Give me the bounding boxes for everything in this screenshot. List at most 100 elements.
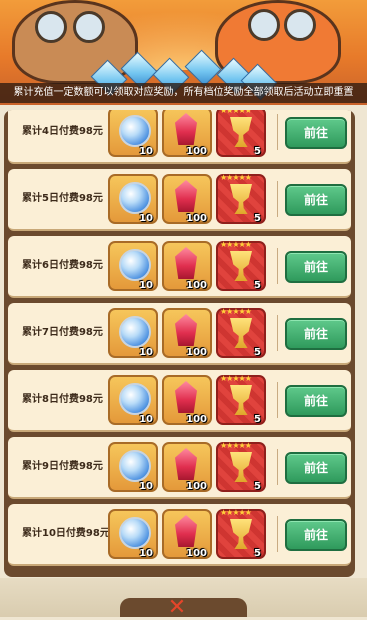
trophy-reward[interactable]: ★★★★★ 5: [216, 374, 266, 425]
divider: [277, 315, 278, 351]
reward-qty: 100: [186, 414, 207, 425]
reward-row: 累计5日付费98元 10 100 ★★★★★ 5 前往: [8, 169, 351, 231]
reward-list-scroll[interactable]: 累计4日付费98元 10 100 ★★★★★ 5 前往 累计5日付费98元 10 …: [8, 110, 351, 573]
row-title: 累计10日付费98元: [22, 528, 110, 539]
goggle-icon: [284, 9, 316, 41]
reward-qty: 5: [254, 213, 261, 224]
reward-row: 累计6日付费98元 10 100 ★★★★★ 5 前往: [8, 236, 351, 298]
reward-qty: 10: [139, 414, 153, 425]
reward-qty: 100: [186, 548, 207, 559]
reward-row: 累计8日付费98元 10 100 ★★★★★ 5 前往: [8, 370, 351, 432]
crystal-orb-reward[interactable]: 10: [108, 509, 158, 559]
reward-qty: 100: [186, 213, 207, 224]
ruby-gem-icon: [175, 515, 197, 547]
star-rating: ★★★★★: [220, 307, 252, 316]
go-button[interactable]: 前往: [285, 385, 347, 417]
trophy-reward[interactable]: ★★★★★ 5: [216, 173, 266, 224]
reward-qty: 10: [139, 347, 153, 358]
trophy-reward[interactable]: ★★★★★ 5: [216, 110, 266, 157]
divider: [277, 181, 278, 217]
ruby-reward[interactable]: 100: [162, 442, 212, 492]
row-title: 累计4日付费98元: [22, 126, 103, 137]
crystal-orb-icon: [119, 383, 151, 415]
reward-qty: 5: [254, 414, 261, 425]
event-notice: 累计充值一定数额可以领取对应奖励，所有档位奖励全部领取后活动立即重置: [0, 83, 367, 103]
crystal-orb-reward[interactable]: 10: [108, 241, 158, 291]
goggle-icon: [35, 11, 67, 43]
reward-row: 累计10日付费98元 10 100 ★★★★★ 5 前往: [8, 504, 351, 566]
ruby-reward[interactable]: 100: [162, 375, 212, 425]
crystal-orb-icon: [119, 450, 151, 482]
divider: [277, 114, 278, 150]
reward-qty: 5: [254, 548, 261, 559]
ruby-gem-icon: [175, 314, 197, 346]
go-button[interactable]: 前往: [285, 318, 347, 350]
trophy-reward[interactable]: ★★★★★ 5: [216, 307, 266, 358]
ruby-gem-icon: [175, 448, 197, 480]
crystal-orb-icon: [119, 182, 151, 214]
trophy-reward[interactable]: ★★★★★ 5: [216, 508, 266, 559]
reward-qty: 5: [254, 280, 261, 291]
reward-qty: 10: [139, 213, 153, 224]
reward-list[interactable]: 累计4日付费98元 10 100 ★★★★★ 5 前往 累计5日付费98元 10 …: [4, 110, 355, 577]
gold-trophy-icon: [230, 385, 252, 415]
row-title: 累计7日付费98元: [22, 327, 103, 338]
reward-qty: 10: [139, 280, 153, 291]
reward-qty: 100: [186, 481, 207, 492]
trophy-reward[interactable]: ★★★★★ 5: [216, 240, 266, 291]
ruby-gem-icon: [175, 381, 197, 413]
ruby-reward[interactable]: 100: [162, 241, 212, 291]
close-icon[interactable]: ✕: [165, 597, 189, 619]
star-rating: ★★★★★: [220, 110, 252, 115]
ruby-reward[interactable]: 100: [162, 174, 212, 224]
gold-trophy-icon: [230, 117, 252, 147]
ruby-gem-icon: [175, 247, 197, 279]
crystal-orb-reward[interactable]: 10: [108, 110, 158, 157]
trophy-reward[interactable]: ★★★★★ 5: [216, 441, 266, 492]
row-title: 累计6日付费98元: [22, 260, 103, 271]
crystal-orb-reward[interactable]: 10: [108, 174, 158, 224]
divider: [277, 248, 278, 284]
crystal-orb-icon: [119, 517, 151, 549]
go-button[interactable]: 前往: [285, 519, 347, 551]
gold-trophy-icon: [230, 184, 252, 214]
star-rating: ★★★★★: [220, 173, 252, 182]
goggle-icon: [73, 11, 105, 43]
gold-trophy-icon: [230, 318, 252, 348]
reward-qty: 10: [139, 548, 153, 559]
go-button[interactable]: 前往: [285, 117, 347, 149]
divider: [277, 449, 278, 485]
reward-qty: 10: [139, 481, 153, 492]
go-button[interactable]: 前往: [285, 184, 347, 216]
reward-qty: 10: [139, 146, 153, 157]
star-rating: ★★★★★: [220, 441, 252, 450]
go-button[interactable]: 前往: [285, 251, 347, 283]
reward-row: 累计9日付费98元 10 100 ★★★★★ 5 前往: [8, 437, 351, 499]
reward-qty: 100: [186, 280, 207, 291]
star-rating: ★★★★★: [220, 508, 252, 517]
go-button[interactable]: 前往: [285, 452, 347, 484]
ruby-reward[interactable]: 100: [162, 110, 212, 157]
crystal-orb-icon: [119, 249, 151, 281]
row-title: 累计5日付费98元: [22, 193, 103, 204]
crystal-orb-reward[interactable]: 10: [108, 375, 158, 425]
crystal-orb-icon: [119, 316, 151, 348]
crystal-orb-reward[interactable]: 10: [108, 308, 158, 358]
ruby-reward[interactable]: 100: [162, 308, 212, 358]
crystal-icon: [184, 49, 222, 87]
ruby-gem-icon: [175, 113, 197, 145]
reward-row: 累计7日付费98元 10 100 ★★★★★ 5 前往: [8, 303, 351, 365]
divider: [277, 382, 278, 418]
reward-qty: 5: [254, 347, 261, 358]
star-rating: ★★★★★: [220, 240, 252, 249]
row-title: 累计8日付费98元: [22, 394, 103, 405]
ruby-gem-icon: [175, 180, 197, 212]
crystal-orb-icon: [119, 115, 151, 147]
row-title: 累计9日付费98元: [22, 461, 103, 472]
gold-trophy-icon: [230, 452, 252, 482]
ruby-reward[interactable]: 100: [162, 509, 212, 559]
star-rating: ★★★★★: [220, 374, 252, 383]
goggle-icon: [248, 9, 280, 41]
crystal-orb-reward[interactable]: 10: [108, 442, 158, 492]
reward-qty: 5: [254, 146, 261, 157]
